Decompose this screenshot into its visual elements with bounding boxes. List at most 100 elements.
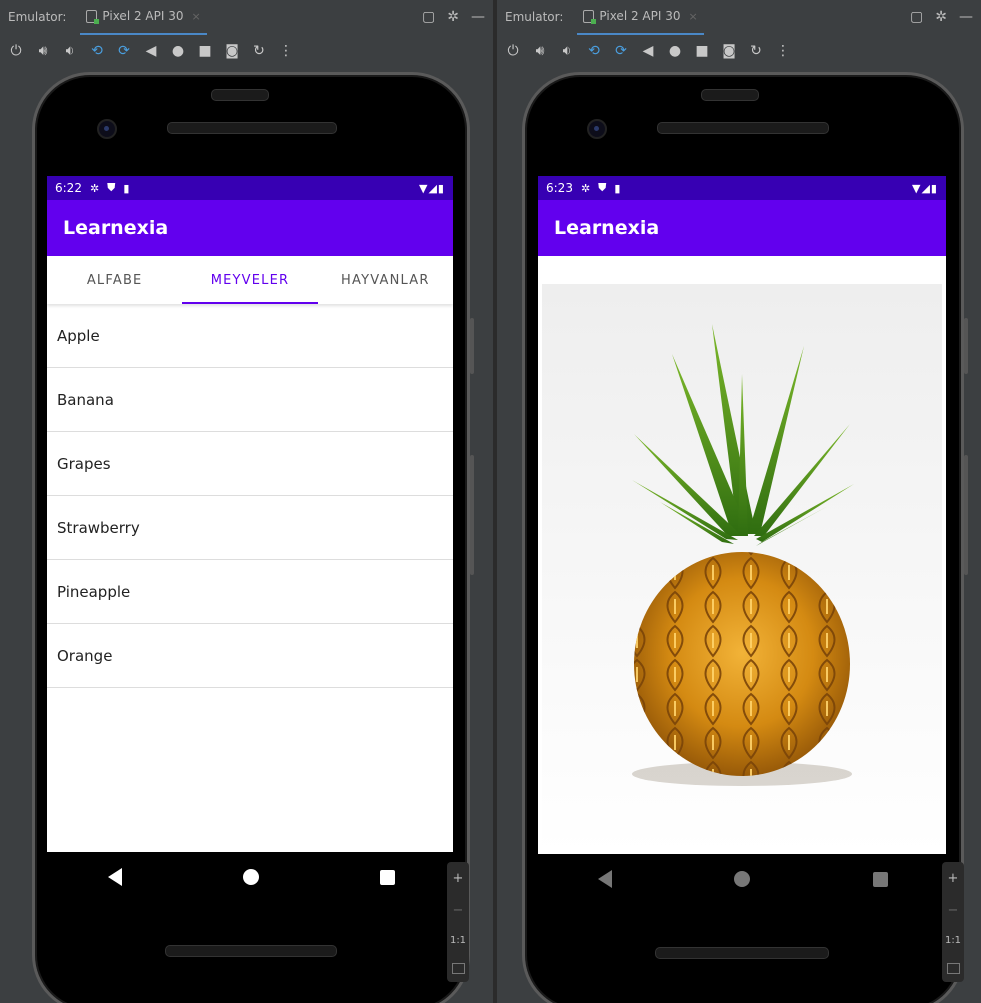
- rotate-left-icon[interactable]: ⟲: [89, 43, 105, 59]
- app-title: Learnexia: [554, 217, 660, 239]
- overview-icon[interactable]: ■: [197, 43, 213, 59]
- volume-down-icon[interactable]: 🔉︎: [559, 43, 575, 59]
- back-icon[interactable]: ◀: [640, 43, 656, 59]
- list-item-label: Strawberry: [57, 518, 140, 537]
- minimize-icon[interactable]: —: [959, 9, 973, 25]
- bottom-speaker: [655, 947, 829, 959]
- side-power-button[interactable]: [470, 318, 474, 374]
- window-layout-icon[interactable]: ▢: [910, 9, 923, 25]
- power-icon[interactable]: ⏻: [505, 43, 521, 59]
- top-notch: [211, 89, 269, 101]
- tab-hayvanlar[interactable]: HAYVANLAR: [318, 256, 453, 304]
- more-icon[interactable]: ⋮: [278, 43, 294, 59]
- close-tab-icon[interactable]: ×: [191, 10, 200, 23]
- list-item[interactable]: Strawberry: [47, 496, 453, 560]
- tab-alfabe[interactable]: ALFABE: [47, 256, 182, 304]
- system-nav-bar: [47, 853, 455, 901]
- back-icon[interactable]: ◀: [143, 43, 159, 59]
- emulator-panel-right: Emulator: Pixel 2 API 30 × ▢ ✲ — ⏻ 🔊︎ 🔉︎…: [497, 0, 981, 1003]
- zoom-controls: + − 1:1: [447, 862, 469, 982]
- list-item-label: Grapes: [57, 454, 111, 473]
- app-bar: Learnexia: [538, 200, 946, 256]
- close-tab-icon[interactable]: ×: [688, 10, 697, 23]
- zoom-fit-icon[interactable]: [946, 962, 960, 974]
- nav-home-icon[interactable]: [734, 871, 751, 887]
- settings-notif-icon: ✲: [89, 181, 100, 195]
- nav-back-icon[interactable]: [107, 868, 122, 886]
- zoom-actual-size[interactable]: 1:1: [945, 935, 961, 946]
- sdcard-icon: ▮: [614, 181, 621, 195]
- list-item-label: Orange: [57, 646, 113, 665]
- phone-screen: 6:22 ✲ ⛊ ▮ ▼◢▮ Learnexia ALFABE MEYVELER…: [47, 176, 453, 852]
- tab-label: MEYVELER: [210, 272, 290, 288]
- list-item[interactable]: Apple: [47, 304, 453, 368]
- nav-recents-icon[interactable]: [379, 869, 395, 885]
- earpiece-speaker: [657, 122, 829, 134]
- zoom-actual-size[interactable]: 1:1: [450, 935, 466, 946]
- minimize-icon[interactable]: —: [471, 9, 485, 25]
- gear-icon[interactable]: ✲: [935, 9, 947, 25]
- volume-up-icon[interactable]: 🔊︎: [532, 43, 548, 59]
- rotate-left-icon[interactable]: ⟲: [586, 43, 602, 59]
- app-bar: Learnexia: [47, 200, 453, 256]
- list-item-label: Pineapple: [57, 582, 131, 601]
- top-notch: [701, 89, 759, 101]
- wifi-signal-battery-icons: ▼◢▮: [419, 181, 445, 195]
- front-camera: [97, 119, 117, 139]
- app-title: Learnexia: [63, 217, 169, 239]
- earpiece-speaker: [167, 122, 337, 134]
- device-icon: [86, 9, 100, 24]
- device-tab[interactable]: Pixel 2 API 30 ×: [577, 0, 704, 35]
- nav-recents-icon[interactable]: [872, 871, 888, 887]
- home-icon[interactable]: ●: [667, 43, 683, 59]
- status-bar: 6:22 ✲ ⛊ ▮ ▼◢▮: [47, 176, 453, 200]
- zoom-out-icon[interactable]: −: [453, 903, 464, 918]
- camera-icon[interactable]: ◙: [224, 43, 240, 59]
- bottom-speaker: [165, 945, 337, 957]
- side-power-button[interactable]: [964, 318, 968, 374]
- list-item-label: Apple: [57, 326, 100, 345]
- rotate-right-icon[interactable]: ⟳: [116, 43, 132, 59]
- gear-icon[interactable]: ✲: [447, 9, 459, 25]
- snapshot-icon[interactable]: ↻: [748, 43, 764, 59]
- camera-icon[interactable]: ◙: [721, 43, 737, 59]
- list-item[interactable]: Orange: [47, 624, 453, 688]
- nav-back-icon[interactable]: [598, 870, 613, 888]
- zoom-in-icon[interactable]: +: [453, 871, 464, 886]
- volume-down-icon[interactable]: 🔉︎: [62, 43, 78, 59]
- wifi-signal-battery-icons: ▼◢▮: [912, 181, 938, 195]
- more-icon[interactable]: ⋮: [775, 43, 791, 59]
- status-time: 6:23: [546, 181, 573, 195]
- tab-meyveler[interactable]: MEYVELER: [182, 256, 318, 304]
- zoom-in-icon[interactable]: +: [948, 871, 959, 886]
- rotate-right-icon[interactable]: ⟳: [613, 43, 629, 59]
- front-camera: [587, 119, 607, 139]
- emulator-tab-bar: Emulator: Pixel 2 API 30 × ▢ ✲ —: [497, 0, 981, 35]
- nav-home-icon[interactable]: [242, 869, 259, 885]
- device-icon: [583, 9, 597, 24]
- zoom-fit-icon[interactable]: [451, 962, 465, 974]
- list-item[interactable]: Pineapple: [47, 560, 453, 624]
- device-tab-label: Pixel 2 API 30: [102, 9, 184, 23]
- zoom-out-icon[interactable]: −: [948, 903, 959, 918]
- phone-screen: 6:23 ✲ ⛊ ▮ ▼◢▮ Learnexia: [538, 176, 946, 854]
- volume-up-icon[interactable]: 🔊︎: [35, 43, 51, 59]
- emulator-panel-left: Emulator: Pixel 2 API 30 × ▢ ✲ — ⏻ 🔊︎ 🔉︎…: [0, 0, 493, 1003]
- list-item[interactable]: Banana: [47, 368, 453, 432]
- device-tab[interactable]: Pixel 2 API 30 ×: [80, 0, 207, 35]
- power-icon[interactable]: ⏻: [8, 43, 24, 59]
- pineapple-image: [542, 284, 942, 854]
- home-icon[interactable]: ●: [170, 43, 186, 59]
- side-volume-button[interactable]: [470, 455, 474, 575]
- fruit-detail: [538, 256, 946, 854]
- snapshot-icon[interactable]: ↻: [251, 43, 267, 59]
- side-volume-button[interactable]: [964, 455, 968, 575]
- phone-frame: 6:23 ✲ ⛊ ▮ ▼◢▮ Learnexia: [522, 72, 964, 1003]
- overview-icon[interactable]: ■: [694, 43, 710, 59]
- phone-frame: 6:22 ✲ ⛊ ▮ ▼◢▮ Learnexia ALFABE MEYVELER…: [32, 72, 470, 1003]
- emulator-tab-bar: Emulator: Pixel 2 API 30 × ▢ ✲ —: [0, 0, 493, 35]
- device-tab-label: Pixel 2 API 30: [599, 9, 681, 23]
- window-layout-icon[interactable]: ▢: [422, 9, 435, 25]
- list-item[interactable]: Grapes: [47, 432, 453, 496]
- tab-layout: ALFABE MEYVELER HAYVANLAR: [47, 256, 453, 304]
